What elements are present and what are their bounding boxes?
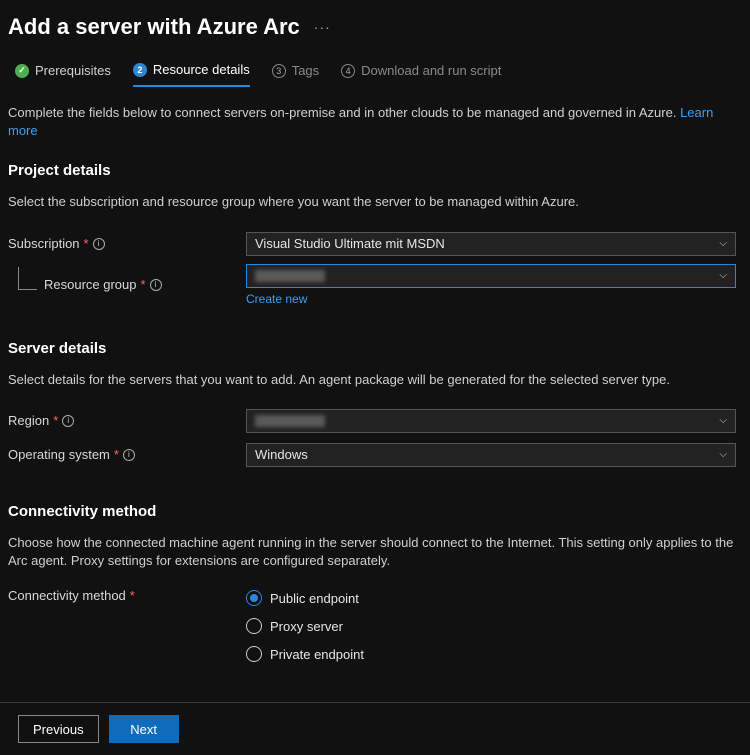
previous-button[interactable]: Previous — [18, 715, 99, 743]
radio-proxy-server[interactable]: Proxy server — [246, 618, 742, 634]
radio-icon — [246, 618, 262, 634]
required-icon: * — [53, 413, 58, 428]
region-value — [255, 415, 325, 427]
required-icon: * — [130, 588, 135, 603]
wizard-footer: Previous Next — [0, 702, 750, 755]
os-select[interactable]: Windows ⌵ — [246, 443, 736, 467]
step-number-icon: 3 — [272, 64, 286, 78]
radio-icon — [246, 646, 262, 662]
section-desc-connectivity: Choose how the connected machine agent r… — [8, 534, 742, 570]
step-number-icon: 4 — [341, 64, 355, 78]
tab-download-script[interactable]: 4 Download and run script — [341, 62, 501, 87]
section-desc-server: Select details for the servers that you … — [8, 371, 742, 389]
step-number-icon: 2 — [133, 63, 147, 77]
resource-group-value — [255, 270, 325, 282]
tab-label: Download and run script — [361, 63, 501, 78]
required-icon: * — [141, 277, 146, 292]
info-icon[interactable]: i — [150, 279, 162, 291]
region-select[interactable]: ⌵ — [246, 409, 736, 433]
chevron-down-icon: ⌵ — [719, 270, 727, 281]
intro-text: Complete the fields below to connect ser… — [8, 104, 742, 140]
os-label: Operating system — [8, 447, 110, 462]
create-new-link[interactable]: Create new — [246, 292, 742, 306]
tab-label: Tags — [292, 63, 319, 78]
required-icon: * — [114, 447, 119, 462]
check-icon — [15, 64, 29, 78]
section-title-server: Server details — [8, 340, 742, 357]
next-button[interactable]: Next — [109, 715, 179, 743]
required-icon: * — [84, 236, 89, 251]
tab-label: Resource details — [153, 62, 250, 77]
subscription-label: Subscription — [8, 236, 80, 251]
wizard-tabs: Prerequisites 2 Resource details 3 Tags … — [0, 44, 750, 88]
resource-group-label: Resource group — [44, 277, 137, 292]
info-icon[interactable]: i — [123, 449, 135, 461]
connectivity-radio-group: Public endpoint Proxy server Private end… — [246, 588, 742, 662]
tab-resource-details[interactable]: 2 Resource details — [133, 62, 250, 87]
chevron-down-icon: ⌵ — [719, 238, 727, 249]
os-value: Windows — [255, 447, 308, 462]
tab-label: Prerequisites — [35, 63, 111, 78]
page-title: Add a server with Azure Arc — [8, 14, 300, 40]
subscription-select[interactable]: Visual Studio Ultimate mit MSDN ⌵ — [246, 232, 736, 256]
radio-icon — [246, 590, 262, 606]
radio-public-endpoint[interactable]: Public endpoint — [246, 590, 742, 606]
region-label: Region — [8, 413, 49, 428]
resource-group-select[interactable]: ⌵ — [246, 264, 736, 288]
radio-label: Public endpoint — [270, 591, 359, 606]
more-actions-icon[interactable]: ··· — [314, 19, 331, 35]
radio-private-endpoint[interactable]: Private endpoint — [246, 646, 742, 662]
chevron-down-icon: ⌵ — [719, 415, 727, 426]
section-title-project: Project details — [8, 162, 742, 179]
radio-label: Proxy server — [270, 619, 343, 634]
radio-label: Private endpoint — [270, 647, 364, 662]
connectivity-label: Connectivity method — [8, 588, 126, 603]
info-icon[interactable]: i — [62, 415, 74, 427]
section-title-connectivity: Connectivity method — [8, 503, 742, 520]
tab-tags[interactable]: 3 Tags — [272, 62, 319, 87]
chevron-down-icon: ⌵ — [719, 449, 727, 460]
subscription-value: Visual Studio Ultimate mit MSDN — [255, 236, 445, 251]
tab-prerequisites[interactable]: Prerequisites — [15, 62, 111, 87]
section-desc-project: Select the subscription and resource gro… — [8, 193, 742, 211]
info-icon[interactable]: i — [93, 238, 105, 250]
